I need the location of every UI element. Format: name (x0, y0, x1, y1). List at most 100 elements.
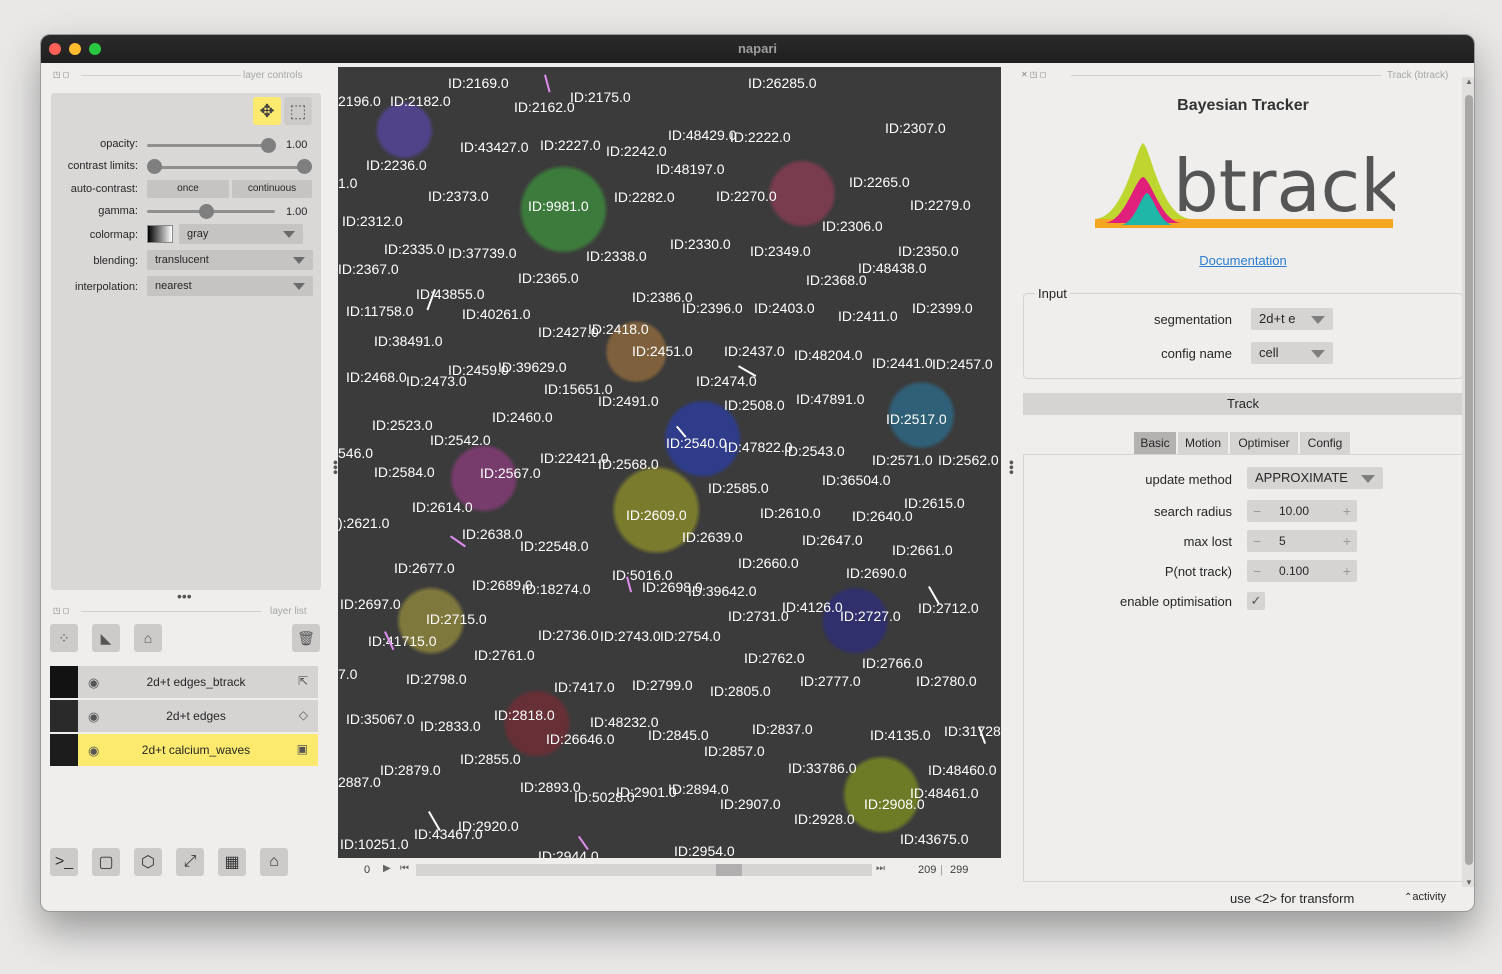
contrast-max-handle[interactable] (297, 159, 312, 174)
contrast-limits-slider[interactable] (151, 166, 306, 169)
transpose-button[interactable]: ⤢ (176, 848, 204, 876)
delete-layer-button[interactable]: 🗑 (292, 624, 320, 652)
cell-id-label: ID:2460.0 (492, 409, 553, 425)
cell-id-label: ID:2437.0 (724, 343, 785, 359)
auto-contrast-continuous-button[interactable]: continuous (232, 180, 312, 198)
close-dock-icon[interactable]: ✕ ◳ ◻ (1021, 70, 1046, 79)
segmentation-select[interactable]: 2d+t e (1251, 308, 1333, 330)
layer-controls-header: layer controls (243, 70, 303, 81)
plus-icon[interactable]: + (1343, 500, 1351, 522)
minus-icon[interactable]: − (1253, 560, 1261, 582)
p-not-track-label: P(not track) (1164, 564, 1232, 579)
eye-icon[interactable]: ◉ (88, 709, 99, 725)
grid-view-button[interactable]: ▦ (218, 848, 246, 876)
enable-optimisation-checkbox[interactable]: ✓ (1247, 592, 1265, 610)
cell-id-label: ID:2640.0 (852, 508, 913, 524)
dock-divider (81, 75, 241, 76)
new-shapes-layer-button[interactable]: ◣ (92, 624, 120, 652)
minus-icon[interactable]: − (1253, 500, 1261, 522)
minimize-window-button[interactable] (69, 43, 81, 55)
update-method-label: update method (1145, 472, 1232, 487)
scroll-down-icon[interactable]: ▼ (1465, 878, 1473, 887)
opacity-slider[interactable] (147, 144, 275, 147)
home-button[interactable]: ⌂ (260, 848, 288, 876)
close-window-button[interactable] (49, 43, 61, 55)
cell-id-label: ID:2743.0 (600, 628, 661, 644)
gamma-handle[interactable] (199, 204, 214, 219)
layer-row-calcium-waves[interactable]: ◉ 2d+t calcium_waves ▣ (50, 734, 318, 766)
blending-label: blending: (93, 255, 138, 267)
contrast-min-handle[interactable] (147, 159, 162, 174)
track-section-header[interactable]: Track (1023, 393, 1463, 415)
tracks-icon: ⇱ (297, 674, 308, 688)
config-name-label: config name (1161, 346, 1232, 361)
p-not-track-spinbox[interactable]: − 0.100 + (1247, 560, 1357, 582)
cell-id-label: ID:4126.0 (782, 599, 843, 615)
cell-id-label: ID:2639.0 (682, 529, 743, 545)
right-splitter-handle[interactable]: ••• (1004, 460, 1020, 475)
search-radius-spinbox[interactable]: − 10.00 + (1247, 500, 1357, 522)
scrollbar-thumb[interactable] (1465, 95, 1473, 865)
tab-basic[interactable]: Basic (1134, 432, 1176, 454)
colormap-select[interactable]: gray (179, 224, 303, 244)
documentation-link[interactable]: Documentation (1023, 253, 1463, 268)
update-method-select[interactable]: APPROXIMATE (1247, 467, 1383, 489)
pan-zoom-button[interactable]: ✥ (253, 97, 281, 125)
cell-id-label: ID:48438.0 (858, 260, 927, 276)
cell-id-label: ID:11758.0 (346, 303, 414, 319)
cell-id-label: ID:2647.0 (802, 532, 863, 548)
chevron-down-icon (293, 283, 305, 290)
blending-value: translucent (155, 254, 209, 266)
new-labels-layer-button[interactable]: ⌂ (134, 624, 162, 652)
minus-icon[interactable]: − (1253, 530, 1261, 552)
cell-id-label: ID:2312.0 (342, 213, 403, 229)
transform-button[interactable]: ⬚ (284, 97, 312, 125)
float-dock-icon[interactable]: ◳ ◻ (53, 70, 69, 79)
new-points-layer-button[interactable]: ⁘ (50, 624, 78, 652)
plus-icon[interactable]: + (1343, 530, 1351, 552)
cell-id-label: ID:2367.0 (338, 261, 399, 277)
ndisplay-button[interactable]: ▢ (92, 848, 120, 876)
interpolation-select[interactable]: nearest (147, 276, 313, 296)
tag-icon: ⌂ (143, 630, 153, 646)
frame-slider[interactable] (416, 864, 872, 876)
layer-row-edges-btrack[interactable]: ◉ 2d+t edges_btrack ⇱ (50, 666, 318, 698)
cell-id-label: ID:2242.0 (606, 143, 667, 159)
right-panel-scrollbar[interactable]: ▲ ▼ (1462, 77, 1474, 887)
activity-button[interactable]: ⌃activity (1404, 891, 1446, 903)
tab-motion[interactable]: Motion (1178, 432, 1228, 454)
gamma-label: gamma: (98, 205, 138, 217)
blending-select[interactable]: translucent (147, 250, 313, 270)
cell-id-label: ID:2715.0 (426, 611, 487, 627)
step-forward-icon[interactable]: ⏭ (876, 863, 885, 874)
cell-id-label: ID:2712.0 (918, 600, 979, 616)
plus-icon[interactable]: + (1343, 560, 1351, 582)
cell-id-label: ID:2766.0 (862, 655, 923, 671)
eye-icon[interactable]: ◉ (88, 743, 99, 759)
step-back-icon[interactable]: ⏮ (400, 863, 409, 874)
auto-contrast-once-button[interactable]: once (147, 180, 229, 198)
scroll-up-icon[interactable]: ▲ (1465, 77, 1473, 86)
tab-optimiser[interactable]: Optimiser (1230, 432, 1298, 454)
eye-icon[interactable]: ◉ (88, 675, 99, 691)
config-name-select[interactable]: cell (1251, 342, 1333, 364)
current-frame[interactable]: 209 (918, 864, 936, 876)
cell-id-label: ID:2338.0 (586, 248, 647, 264)
image-canvas[interactable]: ID:2169.0 ID:2175.0 ID:26285.0 2196.0 ID:218… (338, 67, 1001, 858)
cell-id-label: ID:2468.0 (346, 369, 407, 385)
cell-id-label: ID:2562.0 (938, 452, 999, 468)
layer-row-edges[interactable]: ◉ 2d+t edges ◇ (50, 700, 318, 732)
opacity-handle[interactable] (261, 138, 276, 153)
play-icon[interactable]: ▶ (383, 863, 391, 874)
console-button[interactable]: >_ (50, 848, 78, 876)
update-method-value: APPROXIMATE (1255, 470, 1348, 485)
roll-dims-button[interactable]: ⬡ (134, 848, 162, 876)
max-lost-spinbox[interactable]: − 5 + (1247, 530, 1357, 552)
maximize-window-button[interactable] (89, 43, 101, 55)
tab-config[interactable]: Config (1300, 432, 1350, 454)
splitter-handle[interactable]: ••• (177, 588, 192, 604)
interpolation-label: interpolation: (75, 281, 138, 293)
float-dock-icon[interactable]: ◳ ◻ (53, 606, 69, 615)
frame-slider-handle[interactable] (716, 864, 742, 876)
cell-id-label: 2887.0 (338, 774, 381, 790)
